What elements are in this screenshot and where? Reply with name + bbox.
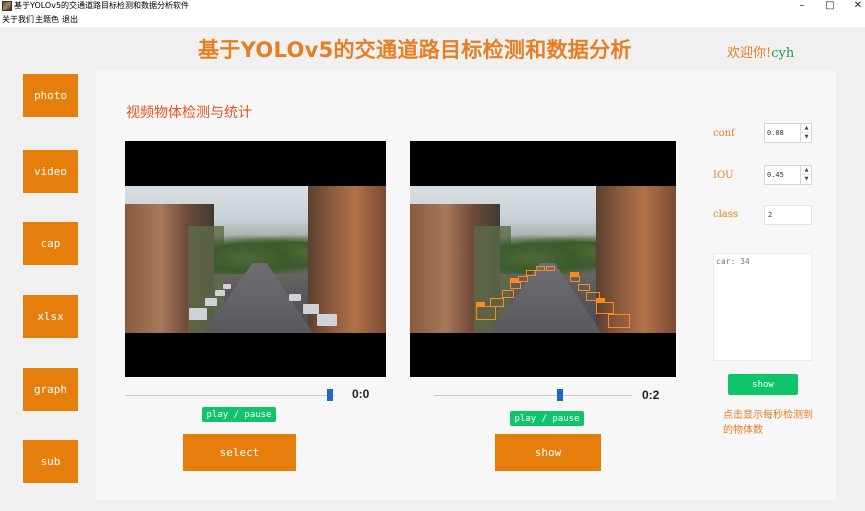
conf-input[interactable] bbox=[765, 124, 801, 142]
detection-box bbox=[518, 276, 528, 282]
detection-box bbox=[608, 314, 630, 328]
window-title: 基于YOLOv5的交通道路目标检测和数据分析软件 bbox=[14, 1, 190, 10]
page-title: 基于YOLOv5的交通道路目标检测和数据分析 bbox=[198, 38, 632, 62]
source-time: 0:0 bbox=[352, 387, 370, 401]
iou-increment-icon[interactable]: ▲ bbox=[801, 166, 812, 175]
detection-box bbox=[596, 302, 614, 314]
source-progress-slider[interactable] bbox=[125, 389, 335, 401]
source-play-pause-button[interactable]: play / pause bbox=[202, 407, 276, 422]
sidebar-item-photo[interactable]: photo bbox=[23, 74, 78, 117]
iou-input[interactable] bbox=[765, 166, 801, 184]
detection-box bbox=[578, 284, 590, 291]
detection-box bbox=[536, 266, 545, 271]
sidebar-item-cap[interactable]: cap bbox=[23, 222, 78, 265]
close-button[interactable]: ✕ bbox=[844, 0, 865, 13]
select-button[interactable]: select bbox=[183, 434, 296, 471]
detection-box bbox=[570, 276, 580, 282]
menu-item-theme[interactable]: 主题色 bbox=[35, 14, 59, 26]
conf-spinbox[interactable]: ▲ ▼ bbox=[764, 123, 812, 143]
source-slider-handle[interactable] bbox=[327, 389, 333, 401]
sidebar-item-sub[interactable]: sub bbox=[23, 440, 78, 483]
iou-label: IOU bbox=[713, 170, 734, 181]
class-input[interactable] bbox=[764, 205, 812, 225]
conf-label: conf bbox=[713, 128, 735, 139]
menu-item-about[interactable]: 关于我们 bbox=[2, 14, 34, 26]
detection-play-pause-button[interactable]: play / pause bbox=[510, 411, 584, 426]
show-stats-button[interactable]: show bbox=[728, 374, 798, 395]
minimize-button[interactable]: – bbox=[788, 0, 816, 13]
detection-box bbox=[502, 290, 514, 298]
iou-spinbox[interactable]: ▲ ▼ bbox=[764, 165, 812, 185]
maximize-button[interactable]: □ bbox=[816, 0, 844, 13]
source-video-player[interactable] bbox=[125, 141, 386, 377]
detection-box bbox=[490, 298, 504, 307]
detection-box bbox=[546, 266, 555, 271]
detection-box bbox=[510, 282, 521, 289]
conf-increment-icon[interactable]: ▲ bbox=[801, 124, 812, 133]
menu-bar: 关于我们 主题色 退出 bbox=[0, 13, 865, 27]
section-title: 视频物体检测与统计 bbox=[126, 105, 252, 121]
detection-progress-slider[interactable] bbox=[434, 389, 632, 401]
detection-video-player[interactable] bbox=[410, 141, 676, 377]
detection-box bbox=[526, 270, 536, 276]
menu-item-exit[interactable]: 退出 bbox=[62, 14, 78, 26]
show-detection-button[interactable]: show bbox=[495, 434, 601, 471]
detection-time: 0:2 bbox=[642, 388, 660, 402]
conf-decrement-icon[interactable]: ▼ bbox=[801, 133, 812, 142]
app-icon bbox=[2, 1, 12, 11]
welcome-text: 欢迎你!cyh bbox=[727, 42, 794, 61]
iou-decrement-icon[interactable]: ▼ bbox=[801, 175, 812, 184]
class-label: class bbox=[713, 209, 739, 220]
sidebar-item-graph[interactable]: graph bbox=[23, 368, 78, 411]
title-bar: 基于YOLOv5的交通道路目标检测和数据分析软件 – □ ✕ bbox=[0, 0, 865, 13]
stats-output: car: 34 bbox=[713, 253, 812, 361]
welcome-prefix: 欢迎你! bbox=[727, 46, 772, 61]
stats-hint: 点击显示每秒检测到的物体数 bbox=[723, 410, 813, 436]
detection-slider-handle[interactable] bbox=[557, 389, 563, 401]
welcome-user: cyh bbox=[771, 46, 795, 61]
video-frame bbox=[125, 186, 386, 333]
sidebar-item-video[interactable]: video bbox=[23, 150, 78, 193]
detection-box bbox=[476, 306, 496, 320]
sidebar-item-xlsx[interactable]: xlsx bbox=[23, 295, 78, 338]
video-frame-detected bbox=[410, 186, 676, 333]
